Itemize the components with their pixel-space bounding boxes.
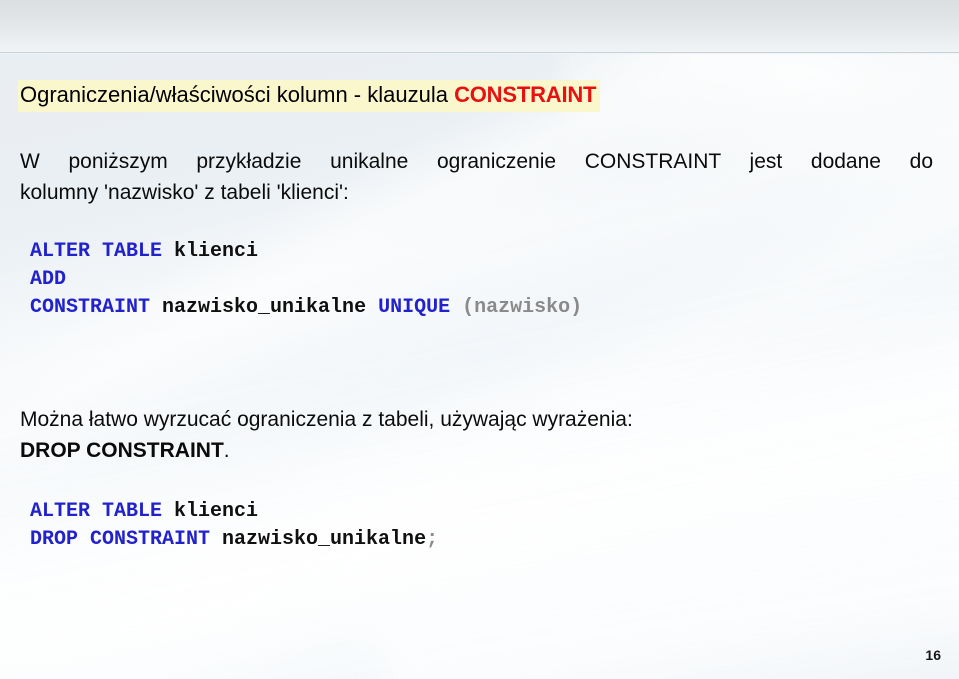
drop-paragraph-line-1: Można łatwo wyrzucać ograniczenia z tabe… bbox=[20, 408, 633, 431]
code2-line1-keyword: ALTER TABLE bbox=[30, 500, 175, 523]
slide-header-band bbox=[0, 0, 959, 52]
code1-line3-keyword-unique: UNIQUE bbox=[378, 296, 463, 319]
code2-line2-identifier: nazwisko_unikalne bbox=[222, 528, 427, 551]
code1-line1-keyword: ALTER TABLE bbox=[30, 240, 175, 263]
code2-line1-identifier: klienci bbox=[174, 500, 259, 523]
slide-canvas: Projektowanie baz danych T-SQL - SQL Ser… bbox=[0, 0, 959, 679]
code-block-add-constraint: ALTER TABLE klienci ADD CONSTRAINT nazwi… bbox=[30, 238, 582, 322]
drop-paragraph-period: . bbox=[223, 439, 230, 462]
code2-line2-keyword: DROP CONSTRAINT bbox=[30, 528, 223, 551]
code1-line3-keyword: CONSTRAINT bbox=[30, 296, 163, 319]
intro-paragraph-line-1: W poniższym przykładzie unikalne ogranic… bbox=[20, 150, 933, 173]
code-block-drop-constraint: ALTER TABLE klienci DROP CONSTRAINT nazw… bbox=[30, 498, 438, 554]
intro-paragraph-line-2: kolumny 'nazwisko' z tabeli 'klienci': bbox=[20, 181, 349, 204]
intro-paragraph: W poniższym przykładzie unikalne ogranic… bbox=[20, 146, 933, 208]
header-divider-highlight bbox=[0, 53, 959, 54]
code2-line2-semicolon: ; bbox=[426, 528, 439, 551]
slide-title: Ograniczenia/właściwości kolumn - klauzu… bbox=[18, 80, 601, 112]
slide-title-keyword: CONSTRAINT bbox=[454, 82, 597, 107]
code1-line3-identifier: nazwisko_unikalne bbox=[162, 296, 379, 319]
code1-line2-keyword: ADD bbox=[30, 268, 67, 291]
drop-paragraph: Można łatwo wyrzucać ograniczenia z tabe… bbox=[20, 404, 933, 466]
drop-paragraph-keyword: DROP CONSTRAINT bbox=[20, 439, 224, 462]
code1-line3-column-list: (nazwisko) bbox=[462, 296, 583, 319]
code1-line1-identifier: klienci bbox=[174, 240, 259, 263]
slide-title-prefix: Ograniczenia/właściwości kolumn - klauzu… bbox=[20, 82, 455, 107]
drop-paragraph-line-2: DROP CONSTRAINT. bbox=[20, 435, 933, 466]
slide-page-number: 16 bbox=[925, 647, 941, 663]
